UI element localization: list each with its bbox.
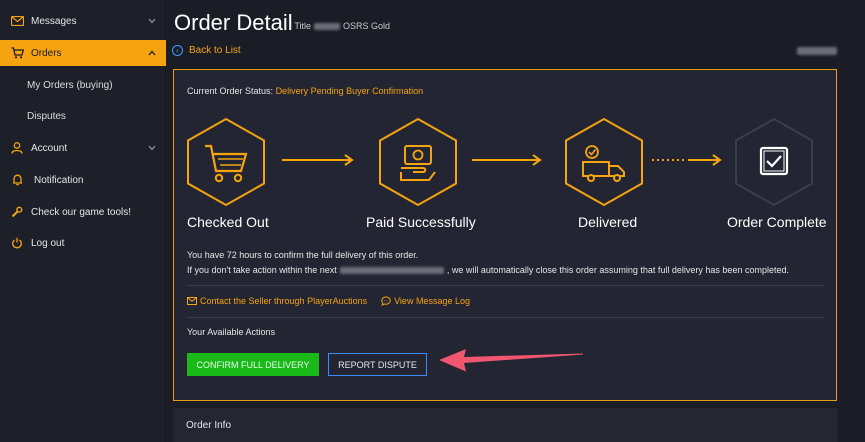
sidebar-item-label: Disputes [27, 110, 66, 122]
status-label: Current Order Status: [187, 86, 274, 96]
subtitle-game: OSRS Gold [343, 21, 391, 31]
redacted-countdown [339, 266, 444, 274]
sidebar-item-orders[interactable]: Orders [0, 40, 166, 66]
sidebar-item-my-orders[interactable]: My Orders (buying) [0, 73, 166, 97]
order-info-title: Order Info [186, 420, 232, 431]
order-status: Current Order Status: Delivery Pending B… [187, 86, 423, 96]
divider [187, 317, 825, 318]
payment-hand-icon [379, 117, 457, 207]
message-links: Contact the Seller through PlayerAuction… [187, 296, 484, 306]
view-message-log-link[interactable]: View Message Log [381, 296, 470, 306]
back-to-list-link[interactable]: ‹ Back to List [172, 45, 241, 56]
chat-bubble-icon [381, 296, 391, 306]
step-label: Order Complete [727, 214, 827, 230]
checkbox-icon [735, 117, 813, 207]
sidebar-item-label: Messages [31, 15, 77, 27]
sidebar-item-label: My Orders (buying) [27, 79, 113, 91]
step-label: Paid Successfully [366, 214, 476, 230]
message-suffix: , we will automatically close this order… [446, 265, 789, 275]
actions-label: Your Available Actions [187, 327, 276, 337]
step-label: Delivered [578, 214, 638, 230]
sidebar-item-label: Log out [31, 237, 65, 249]
wrench-icon [10, 205, 24, 219]
contact-seller-link[interactable]: Contact the Seller through PlayerAuction… [187, 296, 367, 306]
redacted-username [797, 47, 837, 55]
power-icon [10, 236, 24, 250]
subtitle-prefix: - Title [289, 21, 312, 31]
message-prefix: If you don't take action within the next [187, 265, 337, 275]
confirm-message: You have 72 hours to confirm the full de… [187, 250, 419, 260]
step-label: Checked Out [187, 214, 269, 230]
status-value: Delivery Pending Buyer Confirmation [275, 86, 424, 96]
sidebar: Messages Orders My Orders (buying) Dispu… [0, 0, 166, 442]
arrow-right-icon [282, 154, 354, 166]
sidebar-item-label: Orders [31, 47, 62, 59]
bell-icon [10, 173, 24, 187]
redacted-title [314, 22, 341, 30]
auto-close-message: If you don't take action within the next… [187, 265, 789, 275]
arrow-left-icon: ‹ [172, 45, 183, 56]
chevron-down-icon [148, 16, 156, 27]
sidebar-item-logout[interactable]: Log out [0, 230, 166, 256]
chevron-down-icon [148, 143, 156, 154]
report-dispute-button[interactable]: Report Dispute [328, 353, 427, 376]
view-log-label: View Message Log [394, 296, 470, 306]
page-title: Order Detail [174, 10, 293, 35]
confirm-delivery-button[interactable]: Confirm Full Delivery [187, 353, 319, 376]
pointer-arrow-icon [439, 349, 583, 372]
page-subtitle: - Title OSRS Gold [289, 21, 390, 31]
order-info-panel: Order Info [173, 408, 837, 442]
sidebar-item-account[interactable]: Account [0, 135, 166, 161]
envelope-icon [187, 297, 197, 305]
cart-icon [187, 117, 265, 207]
sidebar-item-label: Account [31, 142, 68, 154]
sidebar-item-label: Check our game tools! [31, 206, 132, 218]
sidebar-item-disputes[interactable]: Disputes [0, 104, 166, 128]
back-label: Back to List [189, 45, 241, 56]
dotted-arrow-right-icon [652, 154, 722, 166]
sidebar-item-notification[interactable]: Notification [0, 167, 166, 193]
sidebar-item-messages[interactable]: Messages [0, 8, 166, 34]
contact-seller-label: Contact the Seller through PlayerAuction… [200, 296, 368, 306]
envelope-icon [10, 14, 24, 28]
sidebar-item-label: Notification [34, 174, 84, 186]
user-icon [10, 141, 24, 155]
arrow-right-icon [472, 154, 542, 166]
delivery-truck-icon [565, 117, 643, 207]
sidebar-item-game-tools[interactable]: Check our game tools! [0, 199, 166, 225]
cart-icon [10, 46, 24, 60]
chevron-up-icon [148, 48, 156, 59]
divider [187, 285, 825, 286]
